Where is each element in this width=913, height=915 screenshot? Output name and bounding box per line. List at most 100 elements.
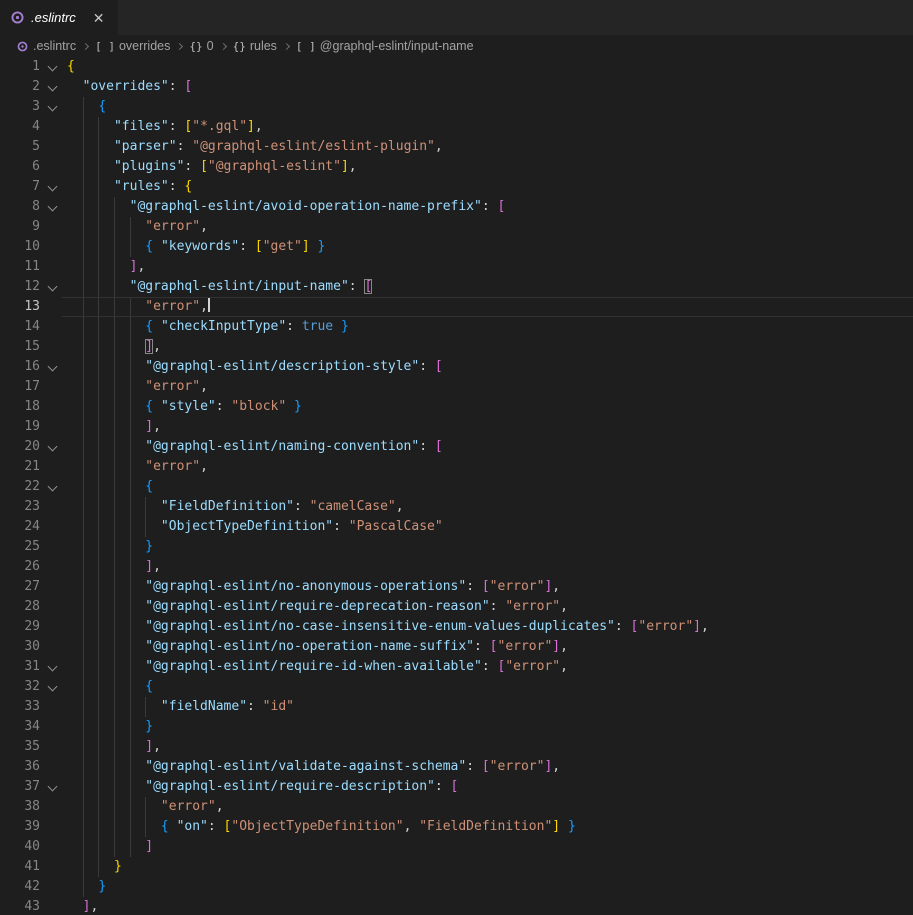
breadcrumb-item-rules[interactable]: {}rules <box>233 39 277 53</box>
code-line[interactable]: 8 "@graphql-eslint/avoid-operation-name-… <box>0 197 913 217</box>
line-number[interactable]: 16 <box>0 357 40 377</box>
fold-chevron-down-icon[interactable] <box>47 77 61 97</box>
line-number[interactable]: 25 <box>0 537 40 557</box>
line-number[interactable]: 42 <box>0 877 40 897</box>
line-number[interactable]: 1 <box>0 57 40 77</box>
code-line[interactable]: 33 "fieldName": "id" <box>0 697 913 717</box>
line-number[interactable]: 15 <box>0 337 40 357</box>
line-number[interactable]: 31 <box>0 657 40 677</box>
fold-chevron-down-icon[interactable] <box>47 477 61 497</box>
line-number[interactable]: 19 <box>0 417 40 437</box>
code-line[interactable]: 43 ], <box>0 897 913 915</box>
code-line[interactable]: 14 { "checkInputType": true } <box>0 317 913 337</box>
code-line[interactable]: 7 "rules": { <box>0 177 913 197</box>
line-number[interactable]: 3 <box>0 97 40 117</box>
code-line[interactable]: 23 "FieldDefinition": "camelCase", <box>0 497 913 517</box>
line-number[interactable]: 32 <box>0 677 40 697</box>
line-number[interactable]: 9 <box>0 217 40 237</box>
code-line[interactable]: 13 "error", <box>0 297 913 317</box>
close-icon[interactable]: ✕ <box>90 9 108 27</box>
code-line[interactable]: 35 ], <box>0 737 913 757</box>
code-line[interactable]: 18 { "style": "block" } <box>0 397 913 417</box>
line-number[interactable]: 7 <box>0 177 40 197</box>
code-line[interactable]: 3 { <box>0 97 913 117</box>
code-line[interactable]: 17 "error", <box>0 377 913 397</box>
code-line[interactable]: 6 "plugins": ["@graphql-eslint"], <box>0 157 913 177</box>
breadcrumb-item-overrides[interactable]: [ ]overrides <box>95 39 170 53</box>
line-number[interactable]: 5 <box>0 137 40 157</box>
fold-chevron-down-icon[interactable] <box>47 777 61 797</box>
code-line[interactable]: 15 ], <box>0 337 913 357</box>
line-number[interactable]: 39 <box>0 817 40 837</box>
line-number[interactable]: 27 <box>0 577 40 597</box>
line-number[interactable]: 40 <box>0 837 40 857</box>
line-number[interactable]: 22 <box>0 477 40 497</box>
code-line[interactable]: 36 "@graphql-eslint/validate-against-sch… <box>0 757 913 777</box>
line-number[interactable]: 6 <box>0 157 40 177</box>
line-number[interactable]: 34 <box>0 717 40 737</box>
line-number[interactable]: 24 <box>0 517 40 537</box>
code-line[interactable]: 40 ] <box>0 837 913 857</box>
line-number[interactable]: 20 <box>0 437 40 457</box>
code-line[interactable]: 24 "ObjectTypeDefinition": "PascalCase" <box>0 517 913 537</box>
line-number[interactable]: 23 <box>0 497 40 517</box>
fold-chevron-down-icon[interactable] <box>47 277 61 297</box>
code-line[interactable]: 9 "error", <box>0 217 913 237</box>
line-number[interactable]: 8 <box>0 197 40 217</box>
code-line[interactable]: 22 { <box>0 477 913 497</box>
code-line[interactable]: 16 "@graphql-eslint/description-style": … <box>0 357 913 377</box>
line-number[interactable]: 38 <box>0 797 40 817</box>
code-line[interactable]: 30 "@graphql-eslint/no-operation-name-su… <box>0 637 913 657</box>
code-line[interactable]: 37 "@graphql-eslint/require-description"… <box>0 777 913 797</box>
fold-chevron-down-icon[interactable] <box>47 177 61 197</box>
fold-chevron-down-icon[interactable] <box>47 197 61 217</box>
code-line[interactable]: 26 ], <box>0 557 913 577</box>
line-number[interactable]: 30 <box>0 637 40 657</box>
fold-chevron-down-icon[interactable] <box>47 437 61 457</box>
breadcrumb-item--graphql-eslint-input-name[interactable]: [ ]@graphql-eslint/input-name <box>296 39 474 53</box>
line-number[interactable]: 18 <box>0 397 40 417</box>
fold-chevron-down-icon[interactable] <box>47 97 61 117</box>
code-line[interactable]: 39 { "on": ["ObjectTypeDefinition", "Fie… <box>0 817 913 837</box>
line-number[interactable]: 13 <box>0 297 40 317</box>
editor-code[interactable]: 1{2 "overrides": [3 {4 "files": ["*.gql"… <box>0 57 913 915</box>
fold-chevron-down-icon[interactable] <box>47 657 61 677</box>
line-number[interactable]: 28 <box>0 597 40 617</box>
code-line[interactable]: 19 ], <box>0 417 913 437</box>
line-number[interactable]: 41 <box>0 857 40 877</box>
breadcrumb-item--eslintrc[interactable]: .eslintrc <box>16 39 76 53</box>
line-number[interactable]: 37 <box>0 777 40 797</box>
code-line[interactable]: 32 { <box>0 677 913 697</box>
line-number[interactable]: 17 <box>0 377 40 397</box>
code-line[interactable]: 28 "@graphql-eslint/require-deprecation-… <box>0 597 913 617</box>
fold-chevron-down-icon[interactable] <box>47 677 61 697</box>
fold-chevron-down-icon[interactable] <box>47 57 61 77</box>
line-number[interactable]: 33 <box>0 697 40 717</box>
code-line[interactable]: 41 } <box>0 857 913 877</box>
code-line[interactable]: 1{ <box>0 57 913 77</box>
code-line[interactable]: 31 "@graphql-eslint/require-id-when-avai… <box>0 657 913 677</box>
code-line[interactable]: 11 ], <box>0 257 913 277</box>
line-number[interactable]: 36 <box>0 757 40 777</box>
line-number[interactable]: 29 <box>0 617 40 637</box>
code-line[interactable]: 5 "parser": "@graphql-eslint/eslint-plug… <box>0 137 913 157</box>
code-line[interactable]: 27 "@graphql-eslint/no-anonymous-operati… <box>0 577 913 597</box>
line-number[interactable]: 26 <box>0 557 40 577</box>
code-line[interactable]: 34 } <box>0 717 913 737</box>
line-number[interactable]: 4 <box>0 117 40 137</box>
code-line[interactable]: 12 "@graphql-eslint/input-name": [ <box>0 277 913 297</box>
code-line[interactable]: 21 "error", <box>0 457 913 477</box>
breadcrumb-item-0[interactable]: {}0 <box>189 39 213 53</box>
line-number[interactable]: 14 <box>0 317 40 337</box>
line-number[interactable]: 11 <box>0 257 40 277</box>
line-number[interactable]: 2 <box>0 77 40 97</box>
line-number[interactable]: 35 <box>0 737 40 757</box>
code-line[interactable]: 4 "files": ["*.gql"], <box>0 117 913 137</box>
line-number[interactable]: 21 <box>0 457 40 477</box>
code-line[interactable]: 20 "@graphql-eslint/naming-convention": … <box>0 437 913 457</box>
code-line[interactable]: 25 } <box>0 537 913 557</box>
code-line[interactable]: 42 } <box>0 877 913 897</box>
code-line[interactable]: 10 { "keywords": ["get"] } <box>0 237 913 257</box>
code-line[interactable]: 29 "@graphql-eslint/no-case-insensitive-… <box>0 617 913 637</box>
line-number[interactable]: 43 <box>0 897 40 915</box>
